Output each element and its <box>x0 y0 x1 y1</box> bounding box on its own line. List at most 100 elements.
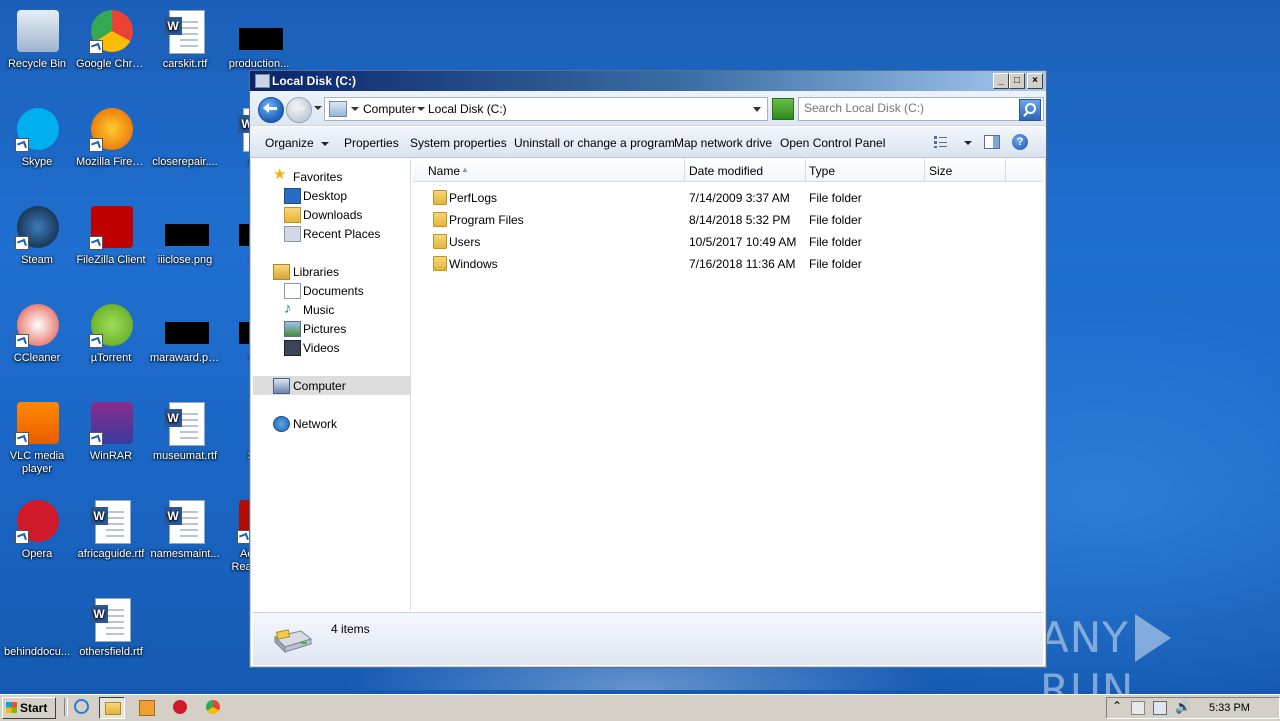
view-options-chevron-icon[interactable] <box>964 141 972 145</box>
refresh-button[interactable] <box>772 98 794 120</box>
desktop-shortcut[interactable]: Recycle Bin <box>0 6 74 71</box>
nav-recent-places[interactable]: Recent Places <box>253 224 410 243</box>
table-row[interactable]: Program Files 8/14/2018 5:32 PM File folde… <box>413 209 1043 231</box>
system-properties-button[interactable]: System properties <box>410 136 507 150</box>
desktop-shortcut[interactable]: iiiclose.png <box>148 202 222 267</box>
internet-explorer-button[interactable] <box>70 697 94 717</box>
table-row[interactable]: PerfLogs 7/14/2009 3:37 AM File folder <box>413 187 1043 209</box>
nav-computer[interactable]: Computer <box>253 376 410 395</box>
desktop-shortcut[interactable]: Wmuseumat.rtf <box>148 398 222 463</box>
chevron-down-icon[interactable] <box>351 107 359 111</box>
search-icon[interactable] <box>1019 99 1041 121</box>
desktop-shortcut[interactable]: Wcarskit.rtf <box>148 6 222 71</box>
column-date-modified[interactable]: Date modified <box>689 164 763 178</box>
desktop-shortcut[interactable]: FileZilla Client <box>74 202 148 267</box>
action-center-icon[interactable] <box>1131 701 1145 715</box>
column-size[interactable]: Size <box>929 164 952 178</box>
recent-pages-chevron-icon[interactable] <box>314 106 322 110</box>
nav-favorites[interactable]: ★ Favorites <box>253 167 410 186</box>
desktop-shortcut[interactable]: Google Chrome <box>74 6 148 71</box>
nav-music[interactable]: ♪ Music <box>253 300 410 319</box>
column-type[interactable]: Type <box>809 164 835 178</box>
search-input[interactable] <box>804 101 1014 115</box>
chrome-button[interactable] <box>201 697 225 717</box>
properties-button[interactable]: Properties <box>344 136 399 150</box>
clock[interactable]: 5:33 PM <box>1209 702 1250 714</box>
maximize-button[interactable]: □ <box>1009 73 1025 89</box>
address-dropdown-icon[interactable] <box>753 107 761 112</box>
preview-pane-icon[interactable] <box>984 135 1000 149</box>
desktop-shortcut[interactable]: production... <box>222 6 296 71</box>
uninstall-button[interactable]: Uninstall or change a program <box>514 136 675 150</box>
column-divider[interactable] <box>924 159 925 181</box>
nav-documents[interactable]: Documents <box>253 281 410 300</box>
breadcrumb-computer[interactable]: Computer <box>363 102 416 116</box>
desktop-shortcut[interactable]: Opera <box>0 496 74 561</box>
show-hidden-icons-icon[interactable]: ⌃ <box>1112 699 1122 713</box>
chrome-icon <box>87 8 135 56</box>
back-button[interactable] <box>258 97 284 123</box>
desktop-shortcut[interactable]: Skype <box>0 104 74 169</box>
image-file-icon <box>161 204 209 252</box>
column-name[interactable]: Name <box>428 164 460 178</box>
file-name: Windows <box>449 257 498 271</box>
column-divider[interactable] <box>684 159 685 181</box>
word-doc-icon: W <box>161 8 209 56</box>
title-bar[interactable]: Local Disk (C:) _ □ × <box>250 71 1046 91</box>
desktop-shortcut[interactable]: Wnamesmaint... <box>148 496 222 561</box>
table-row[interactable]: Users 10/5/2017 10:49 AM File folder <box>413 231 1043 253</box>
help-icon[interactable]: ? <box>1012 134 1028 150</box>
nav-downloads[interactable]: Downloads <box>253 205 410 224</box>
desktop-shortcut[interactable]: Wothersfield.rtf <box>74 594 148 659</box>
nav-pictures[interactable]: Pictures <box>253 319 410 338</box>
search-box[interactable] <box>798 97 1044 121</box>
explorer-taskbar-button[interactable] <box>99 697 125 719</box>
nav-downloads-label: Downloads <box>303 208 363 222</box>
close-button[interactable]: × <box>1027 73 1043 89</box>
map-network-drive-button[interactable]: Map network drive <box>674 136 772 150</box>
nav-libraries[interactable]: Libraries <box>253 262 410 281</box>
desktop-shortcut[interactable]: Wafricaguide.rtf <box>74 496 148 561</box>
file-name: PerfLogs <box>449 191 498 205</box>
word-doc-icon: W <box>161 400 209 448</box>
nav-network-label: Network <box>293 417 338 431</box>
desktop-shortcut[interactable]: CCleaner <box>0 300 74 365</box>
start-button[interactable]: Start <box>2 697 56 719</box>
chevron-down-icon[interactable] <box>417 107 425 111</box>
file-icon <box>161 106 209 154</box>
change-view-icon[interactable] <box>933 135 949 149</box>
downloads-folder-icon <box>284 207 301 223</box>
network-status-icon[interactable] <box>1153 701 1167 715</box>
desktop-shortcut[interactable]: maraward.png <box>148 300 222 365</box>
table-row[interactable]: Windows 7/16/2018 11:36 AM File folder <box>413 253 1043 275</box>
windows-logo-icon <box>6 702 17 713</box>
minimize-button[interactable]: _ <box>993 73 1009 89</box>
breadcrumb-local-disk[interactable]: Local Disk (C:) <box>428 102 507 116</box>
desktop-shortcut[interactable]: VLC media player <box>0 398 74 476</box>
nav-desktop[interactable]: Desktop <box>253 186 410 205</box>
open-control-panel-button[interactable]: Open Control Panel <box>780 136 885 150</box>
opera-button[interactable] <box>168 697 192 717</box>
nav-libraries-label: Libraries <box>293 265 340 279</box>
desktop-shortcut[interactable]: Mozilla Firefox <box>74 104 148 169</box>
nav-videos[interactable]: Videos <box>253 338 410 357</box>
desktop-shortcut[interactable]: behinddocu... <box>0 594 74 659</box>
desktop-shortcut-label: µTorrent <box>90 352 132 364</box>
desktop-shortcut[interactable]: closerepair.... <box>148 104 222 169</box>
desktop-shortcut[interactable]: µTorrent <box>74 300 148 365</box>
file-icon <box>13 596 61 644</box>
item-count: 4 items <box>331 622 370 636</box>
arrow-left-icon <box>263 103 277 113</box>
column-divider[interactable] <box>1005 159 1006 181</box>
desktop-shortcut-label: iiiclose.png <box>157 254 213 266</box>
nav-network[interactable]: Network <box>253 414 410 433</box>
volume-icon[interactable]: 🔊 <box>1175 699 1191 715</box>
breadcrumb[interactable]: Computer Local Disk (C:) <box>324 97 768 121</box>
column-divider[interactable] <box>805 159 806 181</box>
forward-button[interactable] <box>286 97 312 123</box>
desktop-shortcut[interactable]: WinRAR <box>74 398 148 463</box>
desktop-shortcut[interactable]: Steam <box>0 202 74 267</box>
desktop-shortcut-label: behinddocu... <box>3 646 71 658</box>
organize-button[interactable]: Organize <box>265 136 329 150</box>
media-player-button[interactable] <box>135 697 159 717</box>
